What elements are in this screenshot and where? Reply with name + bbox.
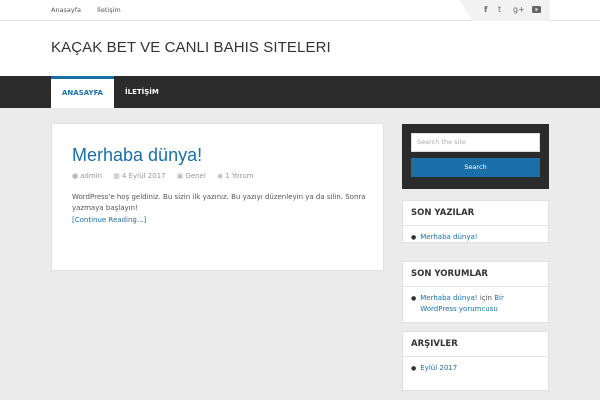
archive-link[interactable]: Eylül 2017 [420,363,457,374]
calendar-icon: ▦ [113,172,120,180]
post-excerpt: WordPress'e hoş geldiniz. Bu sizin ilk y… [72,193,366,212]
google-plus-icon[interactable]: g+ [513,5,525,14]
list-item: ● Merhaba dünya! [411,232,540,243]
post-comments[interactable]: 1 Yorum [225,172,253,180]
top-nav: Anasayfa İletişim [51,6,135,14]
user-icon: ● [72,172,79,180]
main-nav: ANASAYFA İLETİŞİM [0,76,600,108]
recent-post-link[interactable]: Merhaba dünya! [420,232,477,243]
widget-title: SON YAZILAR [403,201,548,226]
social-links: f t g+ [460,0,550,21]
comment-joiner: için [477,294,495,302]
list-item: ● Merhaba dünya! için Bir WordPress yoru… [411,293,540,315]
top-nav-contact-link[interactable]: İletişim [97,6,121,14]
folder-icon: ▣ [176,172,184,180]
youtube-icon[interactable] [532,6,541,15]
post-card: Merhaba dünya! ● admin ▦ 4 Eylül 2017 ▣ Gen… [51,123,384,271]
facebook-icon[interactable]: f [484,5,487,14]
nav-item-contact[interactable]: İLETİŞİM [125,76,159,108]
bullet-icon: ● [411,365,417,372]
search-input[interactable]: Search the site [411,133,540,152]
comment-post-link[interactable]: Merhaba dünya! [420,294,477,302]
post-category[interactable]: Genel [185,172,205,180]
bullet-icon: ● [411,234,417,241]
post-title[interactable]: Merhaba dünya! [72,145,202,166]
recent-comments-widget: SON YORUMLAR ● Merhaba dünya! için Bir W… [402,261,549,323]
site-header: KAÇAK BET VE CANLI BAHIS SITELERI [0,21,600,76]
nav-item-home[interactable]: ANASAYFA [51,76,114,108]
comments-icon: ◉ [217,172,224,180]
twitter-icon[interactable]: t [498,5,501,14]
read-more-link[interactable]: [Continue Reading...] [72,216,146,224]
post-author[interactable]: admin [80,172,102,180]
search-widget: Search the site Search [402,124,549,189]
site-title[interactable]: KAÇAK BET VE CANLI BAHIS SITELERI [51,39,331,56]
archives-widget: ARŞIVLER ● Eylül 2017 [402,331,549,391]
bullet-icon: ● [411,295,417,302]
list-item: ● Eylül 2017 [411,363,540,374]
widget-title: ARŞIVLER [403,332,548,357]
search-button[interactable]: Search [411,158,540,177]
top-nav-home-link[interactable]: Anasayfa [51,6,81,14]
post-date[interactable]: 4 Eylül 2017 [122,172,166,180]
recent-posts-widget: SON YAZILAR ● Merhaba dünya! [402,200,549,243]
top-bar: Anasayfa İletişim f t g+ [0,0,600,21]
widget-title: SON YORUMLAR [403,262,548,287]
post-meta: ● admin ▦ 4 Eylül 2017 ▣ Genel ◉ 1 Yorum [72,172,263,180]
